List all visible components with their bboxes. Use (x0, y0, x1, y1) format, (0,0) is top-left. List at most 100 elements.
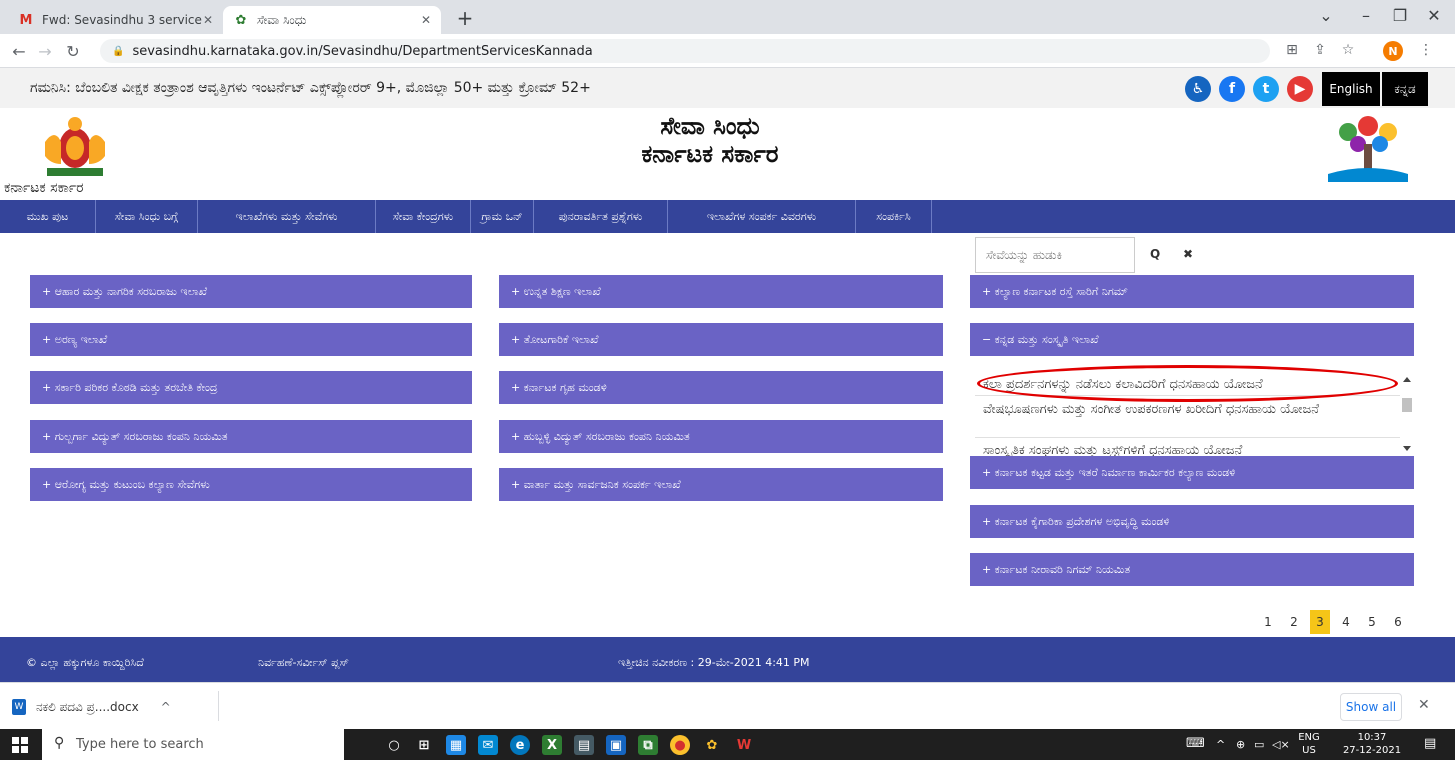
page-1[interactable]: 1 (1258, 610, 1278, 634)
highlight-annotation-ellipse (977, 365, 1398, 402)
mail-app-icon[interactable]: ✉ (478, 735, 498, 755)
translate-icon[interactable]: ⊞ (1282, 42, 1302, 58)
profile-avatar[interactable]: N (1383, 41, 1403, 61)
page-4[interactable]: 4 (1336, 610, 1356, 634)
input-language-indicator[interactable]: ENG US (1294, 731, 1324, 757)
dept-information-public-relations[interactable]: + ವಾರ್ತಾ ಮತ್ತು ಸಾರ್ವಜನಿಕ ಸಂಪರ್ಕ ಇಲಾಖೆ (499, 468, 943, 501)
dept-horticulture[interactable]: + ತೋಟಗಾರಿಕೆ ಇಲಾಖೆ (499, 323, 943, 356)
bookmark-star-icon[interactable]: ☆ (1338, 42, 1358, 58)
dept-irrigation-corporation[interactable]: + ಕರ್ನಾಟಕ ನೀರಾವರಿ ನಿಗಮ್ ನಿಯಮಿತ (970, 553, 1414, 586)
close-window-button[interactable]: ✕ (1414, 6, 1454, 25)
share-icon[interactable]: ⇪ (1310, 42, 1330, 58)
facebook-icon[interactable]: f (1219, 76, 1245, 102)
dept-kannada-culture[interactable]: − ಕನ್ನಡ ಮತ್ತು ಸಂಸ್ಕೃತಿ ಇಲಾಖೆ (970, 323, 1414, 356)
notifications-icon[interactable]: ▤ (1424, 736, 1436, 751)
page-3-current[interactable]: 3 (1310, 610, 1330, 634)
service-search-input[interactable]: ಸೇವೆಯನ್ನು ಹುಡುಕಿ (975, 237, 1135, 273)
nav-grama-one[interactable]: ಗ್ರಾಮ ಒನ್ (471, 200, 534, 233)
volume-icon[interactable]: ◁× (1272, 738, 1290, 751)
site-footer: © ಎಲ್ಲಾ ಹಕ್ಕುಗಳೂ ಕಾಯ್ದಿರಿಸಿದೆ ನಿರ್ವಹಣೆ-ಸ… (0, 637, 1455, 682)
keyboard-icon[interactable]: ⌨ (1186, 736, 1205, 751)
english-language-button[interactable]: English (1322, 72, 1380, 106)
nav-service-centers[interactable]: ಸೇವಾ ಕೇಂದ್ರಗಳು (376, 200, 471, 233)
calendar-app-icon[interactable]: ▦ (446, 735, 466, 755)
address-bar-row: ← → ↻ 🔒 sevasindhu.karnataka.gov.in/Seva… (0, 34, 1455, 68)
taskbar-search-input[interactable]: ⚲ Type here to search (42, 729, 344, 760)
show-all-button[interactable]: Show all (1340, 693, 1402, 721)
file-explorer-icon[interactable]: ▤ (574, 735, 594, 755)
youtube-icon[interactable]: ▶ (1287, 76, 1313, 102)
windows-taskbar: ⚲ Type here to search ○ ⊞ ▦ ✉ e X ▤ ▣ ⧉ … (0, 729, 1455, 760)
windows-start-icon[interactable] (12, 737, 28, 753)
sevasindhu-favicon: ✿ (235, 12, 247, 28)
tab-gmail[interactable]: M Fwd: Sevasindhu 3 service's live - ✕ (8, 6, 223, 34)
nav-faq[interactable]: ಪುನರಾವರ್ತಿತ ಪ್ರಶ್ನೆಗಳು (534, 200, 668, 233)
close-downloads-icon[interactable]: ✕ (1418, 697, 1430, 713)
forward-icon[interactable]: → (34, 42, 56, 61)
wps-office-icon[interactable]: W (734, 735, 754, 755)
download-item[interactable]: W ನಕಲಿ ಪದವಿ ಪ್ರ....docx ^ (12, 699, 171, 715)
service-list-scrollbar[interactable] (1400, 372, 1414, 456)
dept-health-family-welfare[interactable]: + ಆರೋಗ್ಯ ಮತ್ತು ಕುಟುಂಬ ಕಲ್ಯಾಣ ಸೇವೆಗಳು (30, 468, 472, 501)
network-app-icon[interactable]: ⧉ (638, 735, 658, 755)
tab-sevasindhu[interactable]: ✿ ಸೇವಾ ಸಿಂಧು ✕ (223, 6, 441, 34)
search-icon[interactable]: Q (1150, 247, 1160, 261)
cortana-icon[interactable]: ○ (384, 735, 404, 755)
twitter-icon[interactable]: t (1253, 76, 1279, 102)
accessibility-icon[interactable]: ♿ (1185, 76, 1211, 102)
reload-icon[interactable]: ↻ (62, 42, 84, 61)
store-icon[interactable]: ▣ (606, 735, 626, 755)
divider (975, 437, 1400, 438)
nav-home[interactable]: ಮುಖ ಪುಟ (0, 200, 96, 233)
tab-title: ಸೇವಾ ಸಿಂಧು (257, 12, 307, 27)
dept-higher-education[interactable]: + ಉನ್ನತ ಶಿಕ್ಷಣ ಇಲಾಖೆ (499, 275, 943, 308)
dept-govt-tool-room[interactable]: + ಸರ್ಕಾರಿ ಪರಿಕರ ಕೊಠಡಿ ಮತ್ತು ತರಬೇತಿ ಕೇಂದ್… (30, 371, 472, 404)
service-cultural-associations-grant[interactable]: ಸಾಂಸ್ಕೃತಿಕ ಸಂಘಗಳು ಮತ್ತು ಟ್ರಸ್ಟ್‌ಗಳಿಗೆ ಧನ… (983, 442, 1383, 456)
new-tab-button[interactable]: + (452, 6, 478, 30)
url-field[interactable]: 🔒 sevasindhu.karnataka.gov.in/Sevasindhu… (100, 39, 1270, 63)
task-view-icon[interactable]: ⊞ (414, 735, 434, 755)
page-6[interactable]: 6 (1388, 610, 1408, 634)
dept-kiadb[interactable]: + ಕರ್ನಾಟಕ ಕೈಗಾರಿಕಾ ಪ್ರದೇಶಗಳ ಅಭಿವೃದ್ಧಿ ಮಂ… (970, 505, 1414, 538)
excel-icon[interactable]: X (542, 735, 562, 755)
lock-icon: 🔒 (112, 45, 125, 57)
display-icon[interactable]: ▭ (1254, 738, 1264, 751)
close-tab-icon[interactable]: ✕ (203, 13, 213, 27)
edge-browser-icon[interactable]: e (510, 735, 530, 755)
chevron-up-icon[interactable]: ^ (161, 700, 171, 714)
system-clock[interactable]: 10:37 27-12-2021 (1342, 731, 1402, 757)
tab-title: Fwd: Sevasindhu 3 service's live - (42, 13, 202, 27)
dept-forest[interactable]: + ಅರಣ್ಯ ಇಲಾಖೆ (30, 323, 472, 356)
nav-department-contacts[interactable]: ಇಲಾಖೆಗಳ ಸಂಪರ್ಕ ವಿವರಗಳು (668, 200, 856, 233)
sevasindhu-app-icon[interactable]: ✿ (702, 735, 722, 755)
back-icon[interactable]: ← (8, 42, 30, 61)
nav-about[interactable]: ಸೇವಾ ಸಿಂಧು ಬಗ್ಗೆ (96, 200, 198, 233)
word-document-icon: W (12, 699, 26, 715)
close-tab-icon[interactable]: ✕ (421, 13, 431, 27)
dept-food-civil-supplies[interactable]: + ಆಹಾರ ಮತ್ತು ನಾಗರಿಕ ಸರಬರಾಜು ಇಲಾಖೆ (30, 275, 472, 308)
network-icon[interactable]: ⊕ (1236, 738, 1245, 751)
chrome-icon[interactable]: ● (670, 735, 690, 755)
dept-construction-workers-board[interactable]: + ಕರ್ನಾಟಕ ಕಟ್ಟಡ ಮತ್ತು ಇತರೆ ನಿರ್ಮಾಣ ಕಾರ್ಮ… (970, 456, 1414, 489)
taskbar-search-placeholder: Type here to search (76, 737, 204, 752)
main-nav: ಮುಖ ಪುಟ ಸೇವಾ ಸಿಂಧು ಬಗ್ಗೆ ಇಲಾಖೆಗಳು ಮತ್ತು … (0, 200, 1455, 233)
nav-contact[interactable]: ಸಂಪರ್ಕಿಸಿ (856, 200, 932, 233)
menu-kebab-icon[interactable]: ⋮ (1416, 42, 1436, 58)
dept-gescom[interactable]: + ಗುಲ್ಬರ್ಗಾ ವಿದ್ಯುತ್ ಸರಬರಾಜು ಕಂಪನಿ ನಿಯಮಿ… (30, 420, 472, 453)
download-filename: ನಕಲಿ ಪದವಿ ಪ್ರ....docx (36, 699, 139, 714)
maintained-by-text: ನಿರ್ವಹಣೆ-ಸರ್ವೀಸ್ ಪ್ಲಸ್ (258, 656, 349, 669)
tab-search-icon[interactable]: ⌄ (1306, 6, 1346, 25)
dept-hescom[interactable]: + ಹುಬ್ಬಳ್ಳಿ ವಿದ್ಯುತ್ ಸರಬರಾಜು ಕಂಪನಿ ನಿಯಮಿ… (499, 420, 943, 453)
kannada-language-button[interactable]: ಕನ್ನಡ (1382, 72, 1428, 106)
language-code: ENG (1298, 732, 1320, 743)
dept-housing-board[interactable]: + ಕರ್ನಾಟಕ ಗೃಹ ಮಂಡಳಿ (499, 371, 943, 404)
dept-kkrtc[interactable]: + ಕಲ್ಯಾಣ ಕರ್ನಾಟಕ ರಸ್ತೆ ಸಾರಿಗೆ ನಿಗಮ್ (970, 275, 1414, 308)
government-label: ಕರ್ನಾಟಕ ಸರ್ಕಾರ (4, 180, 84, 196)
clear-search-icon[interactable]: ✖ (1183, 247, 1193, 261)
chevron-up-icon[interactable]: ^ (1216, 738, 1225, 751)
nav-departments-services[interactable]: ಇಲಾಖೆಗಳು ಮತ್ತು ಸೇವೆಗಳು (198, 200, 376, 233)
page-2[interactable]: 2 (1284, 610, 1304, 634)
browser-support-notice: ಗಮನಿಸಿ: ಬೆಂಬಲಿತ ವೀಕ್ಷಕ ತಂತ್ರಾಂಶ ಆವೃತ್ತಿಗ… (30, 80, 591, 96)
service-costume-instrument-grant[interactable]: ವೇಷಭೂಷಣಗಳು ಮತ್ತು ಸಂಗೀತ ಉಪಕರಣಗಳ ಖರೀದಿಗೆ ಧ… (983, 401, 1383, 418)
page-5[interactable]: 5 (1362, 610, 1382, 634)
